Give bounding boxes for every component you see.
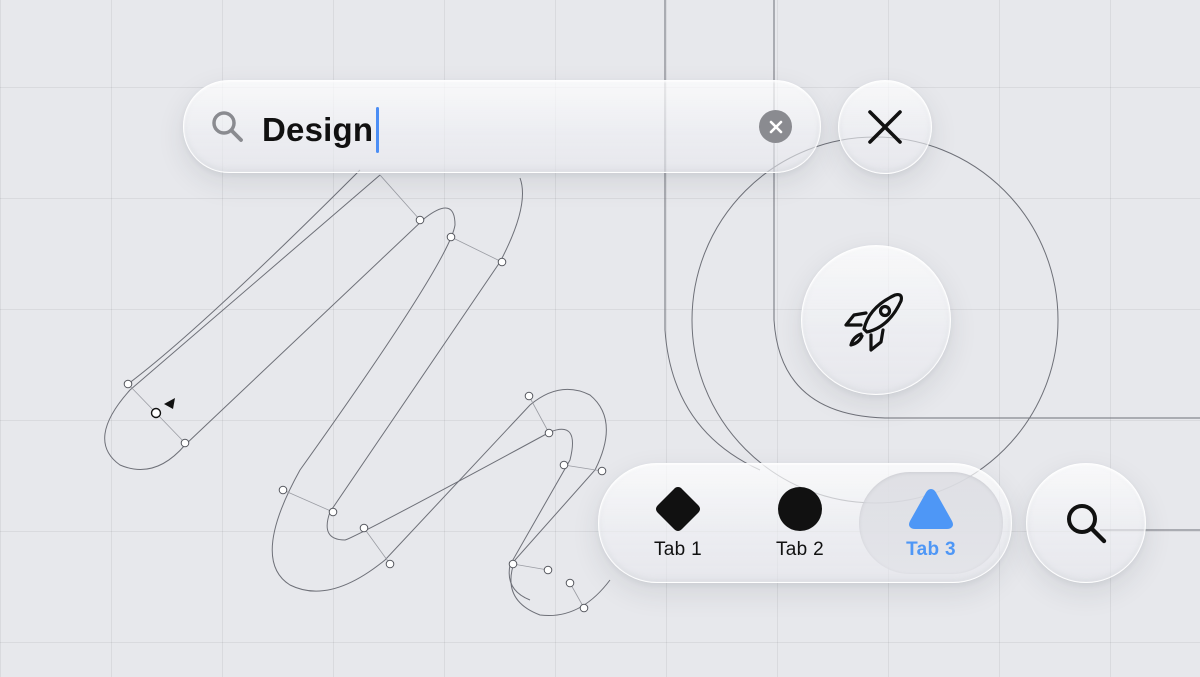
- clear-x-circle-icon: [769, 120, 782, 133]
- pen-start-point: [150, 407, 162, 419]
- tab-label: Tab 1: [654, 539, 702, 560]
- search-query-text: Design: [262, 111, 374, 148]
- rocket-icon: [844, 293, 903, 352]
- close-x-icon: [868, 110, 902, 144]
- diamond-icon: [656, 487, 700, 531]
- magnifier-icon: [212, 111, 243, 142]
- search-button[interactable]: [1026, 463, 1146, 583]
- squiggle-outer: [104, 174, 611, 617]
- search-input[interactable]: Design: [262, 107, 380, 153]
- tab-3[interactable]: Tab 3: [859, 472, 1003, 574]
- triangle-icon: [909, 489, 953, 529]
- tab-1[interactable]: Tab 1: [617, 472, 739, 574]
- search-bar[interactable]: Design: [183, 80, 821, 173]
- squiggle-inner: [127, 169, 573, 601]
- pointer-arrow-icon: [164, 398, 175, 409]
- magnifier-icon: [1067, 504, 1107, 544]
- text-caret: [376, 107, 380, 153]
- tab-2[interactable]: Tab 2: [739, 472, 861, 574]
- tab-bar: Tab 1 Tab 2 Tab 3: [598, 463, 1012, 583]
- close-button[interactable]: [838, 80, 932, 174]
- tab-label: Tab 3: [906, 539, 956, 560]
- rocket-button[interactable]: [801, 245, 951, 395]
- circle-icon: [778, 487, 822, 531]
- clear-search-button[interactable]: [759, 110, 792, 143]
- tab-label: Tab 2: [776, 539, 824, 560]
